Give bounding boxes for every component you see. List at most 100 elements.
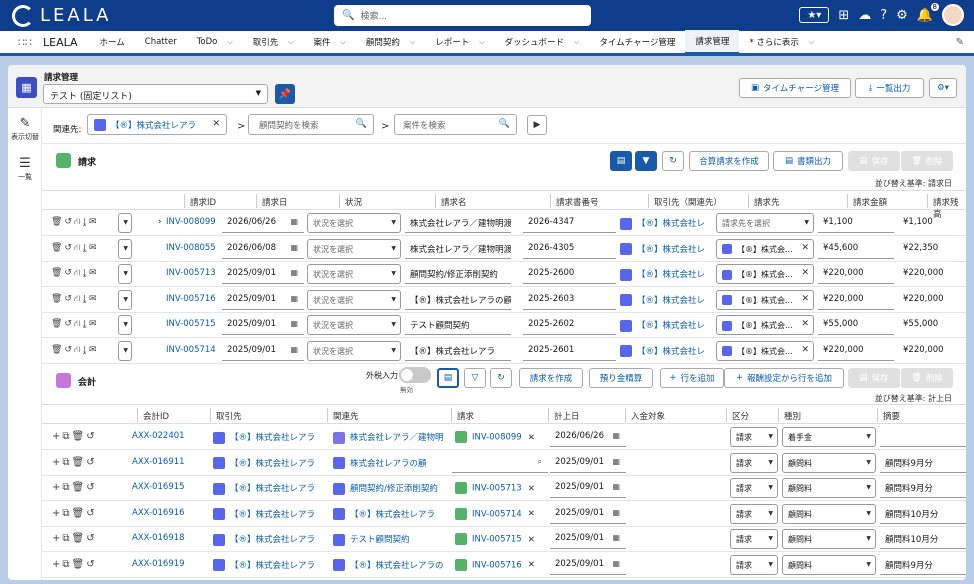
nav-item[interactable]: ToDo ⌵	[187, 31, 243, 53]
amount-field[interactable]: ¥220,000	[818, 341, 894, 361]
row-actions[interactable]: +⧉🗑↺	[52, 431, 97, 442]
account-link[interactable]: 【®】株式会社レ	[620, 217, 708, 230]
row-actions[interactable]: +⧉🗑↺	[52, 482, 97, 493]
invoice-date-field[interactable]: 2025/09/01 ▦	[222, 290, 304, 310]
related-link[interactable]: 株式会社レアラの顧	[333, 457, 445, 469]
nav-item[interactable]: 取引先 ⌵	[243, 31, 304, 53]
account-link[interactable]: 【®】株式会社レ	[620, 294, 708, 306]
close-icon[interactable]: ✕	[801, 319, 809, 329]
memo-field[interactable]: 顧問料9月分	[880, 478, 966, 498]
pin-icon[interactable]: 📌	[275, 84, 295, 104]
calendar-icon[interactable]: ▦	[612, 559, 620, 568]
calendar-icon[interactable]: ▦	[290, 345, 298, 354]
invoice-number-field[interactable]: 2026-4305	[523, 239, 616, 259]
amount-field[interactable]: ¥55,000	[818, 315, 894, 335]
calendar-icon[interactable]: ▦	[612, 457, 620, 466]
invoice-name-field[interactable]: 株式会社レアラ／建物明渡	[405, 239, 511, 259]
chevron-down-icon[interactable]: ⌵	[410, 38, 415, 47]
column-header[interactable]: 入金対象	[631, 410, 665, 422]
close-icon[interactable]: ✕	[528, 509, 535, 519]
row-actions[interactable]: 🗑↺⛙⤓✉	[51, 268, 99, 279]
nav-item[interactable]: 案件 ⌵	[304, 31, 356, 53]
invoice-id-link[interactable]: INV-008055	[166, 243, 216, 253]
amount-field[interactable]: ¥1,100	[818, 213, 894, 233]
invoice-id-link[interactable]: INV-005714	[166, 345, 216, 355]
trailhead-icon[interactable]: ☁	[858, 8, 871, 23]
invoice-link[interactable]: INV-005716 ✕	[455, 558, 550, 571]
amount-field[interactable]: ¥45,600	[818, 239, 894, 259]
column-header[interactable]: 請求	[457, 410, 474, 422]
nav-item[interactable]: 請求管理	[685, 29, 740, 55]
row-menu-button[interactable]: ▼	[118, 340, 132, 361]
posting-date-field[interactable]: 2025/09/01 ▦	[550, 478, 626, 498]
posting-date-field[interactable]: 2025/09/01 ▦	[550, 504, 626, 524]
nav-item[interactable]: ホーム	[90, 31, 135, 53]
close-icon[interactable]: ✕	[801, 345, 809, 355]
memo-field[interactable]	[880, 427, 966, 447]
calendar-icon[interactable]: ▦	[612, 482, 620, 491]
invoice-id-link[interactable]: INV-008099	[166, 217, 216, 227]
help-icon[interactable]: ?	[880, 8, 887, 23]
account-link[interactable]: 【®】株式会社レ	[620, 345, 708, 357]
filter-icon[interactable]: ▼	[635, 151, 657, 171]
accounting-id-link[interactable]: AXX-016918	[132, 533, 185, 543]
invoice-date-field[interactable]: 2025/09/01 ▦	[222, 341, 304, 361]
row-menu-button[interactable]: ▼	[118, 315, 132, 335]
invoice-name-field[interactable]: 株式会社レアラ／建物明渡	[405, 213, 511, 233]
status-select[interactable]: 状況を選択 ▼	[307, 289, 401, 310]
nav-item[interactable]: * さらに表示 ⌵	[739, 31, 824, 53]
bill-to-pill[interactable]: 【®】株式会... ✕	[716, 289, 814, 310]
kubun-select[interactable]: 請求 ▼	[730, 478, 778, 498]
invoice-number-field[interactable]: 2025-2601	[523, 341, 616, 361]
status-select[interactable]: 状況を選択 ▼	[307, 264, 401, 284]
accounting-id-link[interactable]: AXX-016919	[132, 559, 185, 569]
chevron-down-icon[interactable]: ⌵	[574, 38, 579, 47]
column-header[interactable]: 取引先	[216, 410, 242, 422]
row-actions[interactable]: 🗑↺⛙⤓✉	[51, 243, 99, 254]
posting-date-field[interactable]: 2025/09/01 ▦	[550, 453, 626, 473]
kubun-select[interactable]: 請求 ▼	[730, 554, 778, 575]
calendar-icon[interactable]: ▦	[290, 319, 298, 328]
column-header[interactable]: 請求日	[262, 196, 288, 208]
related-link[interactable]: 株式会社レアラ／建物明	[333, 431, 445, 444]
chevron-down-icon[interactable]: ⌵	[809, 38, 814, 47]
kubun-select[interactable]: 請求 ▼	[730, 452, 778, 473]
export-list-button[interactable]: ⤓ 一覧出力	[855, 78, 924, 98]
row-menu-button[interactable]: ▼	[118, 264, 132, 284]
status-select[interactable]: 状況を選択 ▼	[307, 238, 401, 259]
list-view-select[interactable]: テスト (固定リスト) ▼	[43, 84, 268, 104]
column-header[interactable]: 請求金額	[853, 196, 887, 208]
calendar-icon[interactable]: ▦	[612, 431, 620, 440]
bill-to-pill[interactable]: 【®】株式会... ✕	[716, 315, 814, 335]
settings-menu-button[interactable]: ⚙▾	[929, 78, 957, 98]
accounting-id-link[interactable]: AXX-016911	[132, 457, 185, 467]
posting-date-field[interactable]: 2026/06/26 ▦	[550, 427, 626, 447]
calendar-icon[interactable]: ▦	[290, 243, 298, 252]
notification-bell-icon[interactable]: 🔔 8	[917, 2, 939, 23]
invoice-link[interactable]: INV-005714 ✕	[455, 507, 550, 520]
nav-item[interactable]: Chatter	[135, 31, 187, 53]
edit-nav-icon[interactable]: ✎	[956, 37, 964, 48]
calendar-icon[interactable]: ▦	[290, 294, 298, 303]
bill-to-pill[interactable]: 【®】株式会... ✕	[716, 264, 814, 284]
gear-icon[interactable]: ⚙	[896, 8, 908, 23]
invoice-number-field[interactable]: 2025-2603	[523, 290, 616, 310]
invoice-name-field[interactable]: 【®】株式会社レアラの顧	[405, 290, 511, 310]
kind-select[interactable]: 顧問料 ▼	[782, 452, 876, 473]
filter-icon[interactable]: ▽	[464, 368, 486, 388]
list-view-toggle[interactable]: ☰ 一覧	[8, 156, 42, 182]
account-link[interactable]: 【®】株式会社レアラ	[213, 508, 323, 520]
kind-select[interactable]: 顧問料 ▼	[782, 503, 876, 524]
invoice-date-field[interactable]: 2025/09/01 ▦	[222, 315, 304, 335]
account-link[interactable]: 【®】株式会社レ	[620, 243, 708, 255]
row-menu-button[interactable]: ▼	[118, 238, 132, 259]
row-actions[interactable]: 🗑↺⛙⤓✉	[51, 345, 99, 356]
favorites-star-icon[interactable]: ★▾	[799, 7, 830, 23]
document-output-button[interactable]: ▤ 書類出力	[773, 151, 843, 171]
memo-field[interactable]: 顧問料9月分	[880, 555, 966, 575]
row-actions[interactable]: +⧉🗑↺	[52, 533, 97, 544]
memo-field[interactable]: 顧問料10月分	[880, 529, 966, 549]
close-icon[interactable]: ✕	[801, 243, 809, 253]
invoice-link[interactable]: INV-005713 ✕	[455, 482, 550, 494]
amount-field[interactable]: ¥220,000	[818, 290, 894, 310]
